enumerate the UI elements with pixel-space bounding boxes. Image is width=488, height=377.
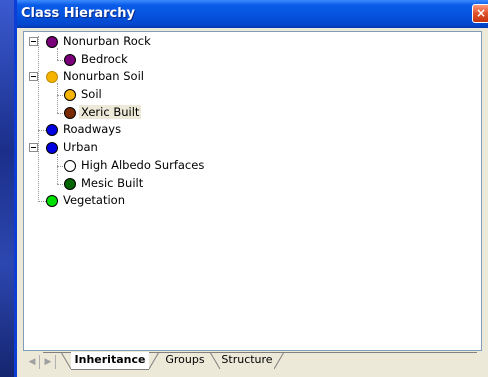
tree-node-label: High Albedo Surfaces [81, 158, 205, 172]
tab-edge [274, 352, 285, 370]
class-color-dot [64, 160, 76, 172]
close-icon: × [475, 6, 487, 20]
tree-node-label: Vegetation [63, 193, 126, 207]
tab-nav-divider [55, 355, 56, 369]
tree-node-nonurban-soil[interactable]: Nonurban Soil [24, 68, 224, 86]
class-color-dot [46, 142, 58, 154]
tree-node-urban[interactable]: Urban [24, 139, 224, 157]
tree-node-xeric-built[interactable]: Xeric Built [24, 104, 224, 122]
tree-node-label: Roadways [63, 122, 122, 136]
collapse-icon[interactable] [29, 72, 38, 81]
tree-node-roadways[interactable]: Roadways [24, 121, 224, 139]
class-color-dot [64, 107, 76, 119]
tree-node-label: Urban [63, 140, 98, 154]
tree-node-label: Nonurban Soil [63, 69, 144, 83]
tree-node-label: Mesic Built [81, 176, 144, 190]
tab-groups[interactable]: Groups [160, 352, 210, 370]
tree-node-bedrock[interactable]: Bedrock [24, 51, 224, 69]
class-color-dot [46, 36, 58, 48]
tab-bar: ◀ ▶ Inheritance Groups Structure [23, 351, 482, 373]
tree-node-label: Bedrock [81, 52, 128, 66]
close-button[interactable]: × [472, 4, 488, 23]
class-color-dot [46, 124, 58, 136]
class-color-dot [46, 71, 58, 83]
tree-node-label: Nonurban Rock [63, 34, 151, 48]
tree-node-mesic-built[interactable]: Mesic Built [24, 175, 224, 193]
window-title: Class Hierarchy [21, 6, 135, 21]
tree-node-label: Xeric Built [79, 105, 142, 119]
tree-node-soil[interactable]: Soil [24, 86, 224, 104]
tree-node-label: Soil [81, 87, 102, 101]
tree-node-vegetation[interactable]: Vegetation [24, 192, 224, 210]
tab-inheritance[interactable]: Inheritance [71, 352, 149, 370]
collapse-icon[interactable] [29, 37, 38, 46]
class-color-dot [64, 54, 76, 66]
class-color-dot [64, 178, 76, 190]
tab-structure[interactable]: Structure [219, 352, 275, 370]
collapse-icon[interactable] [29, 143, 38, 152]
tab-nav-divider [39, 355, 40, 369]
title-bar[interactable]: Class Hierarchy × [17, 0, 488, 28]
class-color-dot [46, 195, 58, 207]
tab-scroll-left-icon[interactable]: ◀ [26, 355, 38, 369]
class-hierarchy-window: Class Hierarchy × Nonurban Rock Bedrock [14, 0, 488, 377]
class-tree[interactable]: Nonurban Rock Bedrock Nonurban Soil Soil… [23, 31, 482, 351]
tree-node-nonurban-rock[interactable]: Nonurban Rock [24, 33, 224, 51]
tab-scroll-right-icon[interactable]: ▶ [42, 355, 54, 369]
tree-node-high-albedo-surfaces[interactable]: High Albedo Surfaces [24, 157, 244, 175]
class-color-dot [64, 89, 76, 101]
